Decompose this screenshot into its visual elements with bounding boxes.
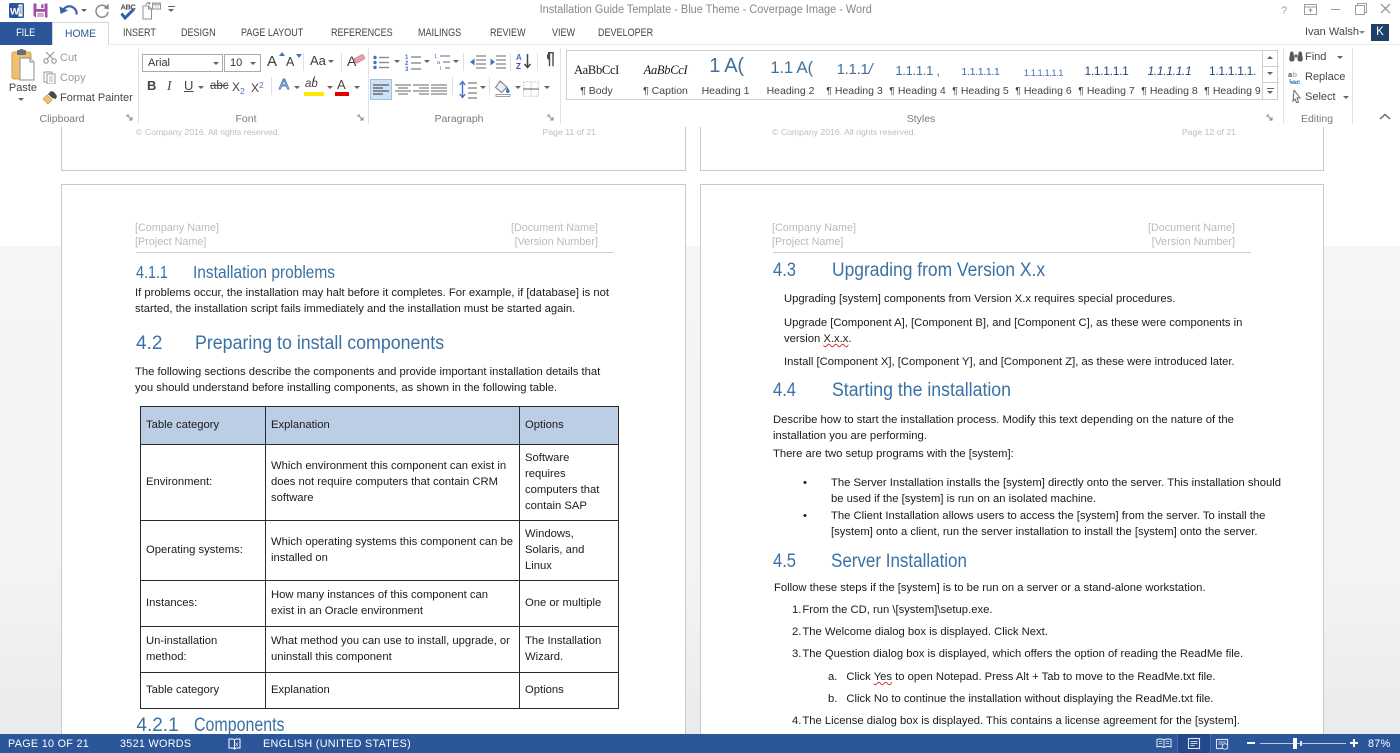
svg-text:A: A [516, 53, 522, 62]
svg-text:x: x [235, 742, 238, 748]
svg-text:i: i [440, 66, 441, 71]
svg-text:ac: ac [1292, 78, 1300, 85]
svg-text:3: 3 [405, 67, 409, 71]
svg-text:W: W [10, 7, 19, 18]
svg-text:?: ? [1281, 5, 1287, 15]
svg-text:Z: Z [516, 62, 521, 71]
